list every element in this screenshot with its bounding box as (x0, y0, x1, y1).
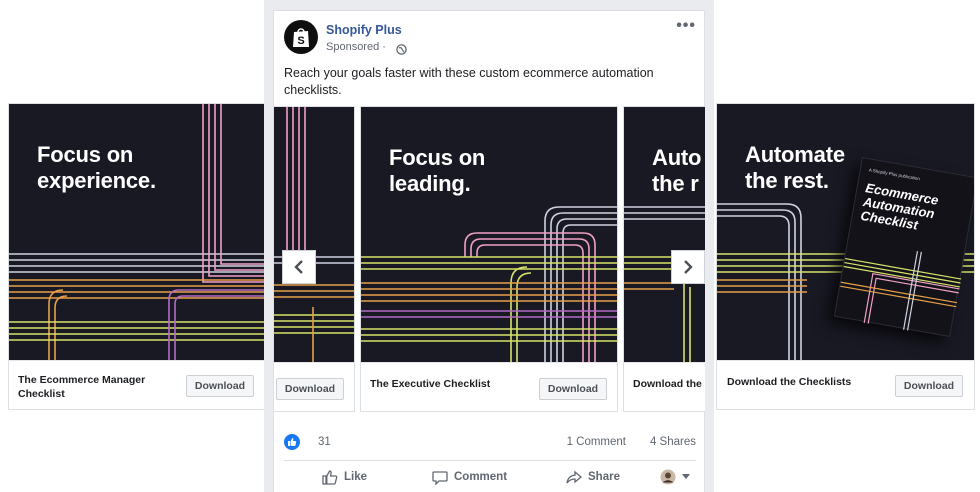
sponsored-post: S Shopify Plus Sponsored · ••• Reach you… (273, 10, 705, 492)
headline-line-1: Focus on (37, 142, 134, 167)
carousel-viewport: Download Focus on leading. The Executive… (274, 106, 705, 421)
carousel-card-leading[interactable]: Focus on leading. The Executive Checklis… (360, 106, 618, 412)
caret-down-icon (682, 474, 690, 479)
card-footer: Download (274, 362, 354, 411)
thumbs-up-icon (322, 469, 338, 485)
card-headline: Focus on experience. (37, 142, 156, 194)
card-cta-text: Download the Checklists (727, 376, 852, 388)
shares-count[interactable]: 4 Shares (650, 436, 696, 448)
comments-count[interactable]: 1 Comment (567, 436, 626, 448)
reactions-bar: 31 1 Comment 4 Shares (284, 431, 696, 453)
headline-line-1: Auto (652, 145, 702, 170)
carousel-prev-button[interactable] (282, 250, 316, 284)
card-artwork: Focus on experience. (9, 104, 265, 362)
chevron-right-icon (684, 260, 693, 274)
globe-icon (396, 42, 407, 60)
facebook-post-frame: S Shopify Plus Sponsored · ••• Reach you… (264, 0, 714, 492)
line-pattern (274, 107, 354, 364)
sponsored-label: Sponsored · (326, 41, 386, 53)
card-headline: Auto the r (652, 145, 701, 197)
like-label: Like (344, 471, 368, 483)
card-footer: Download the Checklists Download (717, 360, 974, 409)
headline-line-2: leading. (389, 171, 471, 196)
cta-line-2: Checklist (18, 388, 65, 400)
comment-label: Comment (454, 471, 508, 483)
audience-selector[interactable] (660, 467, 690, 487)
share-label: Share (588, 471, 620, 483)
comment-icon (432, 470, 448, 485)
download-button[interactable]: Download (539, 378, 607, 400)
profile-avatar-icon (660, 469, 676, 485)
headline-line-2: experience. (37, 168, 156, 193)
book-kicker: A Shopify Plus publication (868, 167, 921, 182)
card-cta-text: The Executive Checklist (370, 378, 491, 390)
card-artwork (274, 107, 354, 364)
headline-line-1: Focus on (389, 145, 486, 170)
like-reaction-icon[interactable] (284, 434, 300, 450)
cta-line-1: The Ecommerce Manager (18, 374, 146, 386)
card-headline: Automate the rest. (745, 142, 845, 194)
more-icon[interactable]: ••• (676, 17, 696, 35)
card-cta-text: The Ecommerce Manager Checklist (18, 373, 145, 401)
book-title: Ecommerce Automation Checklist (860, 180, 940, 235)
carousel-card-experience[interactable]: Focus on experience. The Ecommerce Manag… (8, 103, 266, 410)
card-footer: The Executive Checklist Download (361, 362, 617, 411)
card-cta-text: Download the (633, 378, 702, 390)
svg-text:S: S (297, 35, 304, 47)
carousel-card-automate[interactable]: Automate the rest. A Shopify Plus public… (716, 103, 975, 410)
post-caption: Reach your goals faster with these custo… (284, 66, 654, 97)
shopify-bag-icon[interactable]: S (284, 20, 318, 54)
stage: Focus on experience. The Ecommerce Manag… (0, 0, 980, 492)
card-footer: The Ecommerce Manager Checklist Download (9, 360, 265, 409)
page-name-link[interactable]: Shopify Plus (326, 23, 402, 37)
card-artwork: Focus on leading. (361, 107, 617, 364)
chevron-left-icon (294, 260, 303, 274)
download-button[interactable]: Download (186, 375, 254, 397)
card-headline: Focus on leading. (389, 145, 485, 197)
download-button[interactable]: Download (895, 375, 963, 397)
download-button[interactable]: Download (276, 378, 344, 400)
headline-line-1: Automate (745, 142, 845, 167)
share-icon (566, 470, 582, 483)
headline-line-2: the r (652, 171, 699, 196)
comment-button[interactable]: Comment (432, 467, 507, 487)
carousel-next-button[interactable] (671, 250, 705, 284)
card-footer: Download the (624, 362, 705, 411)
like-count[interactable]: 31 (318, 436, 331, 448)
action-bar: Like Comment Share (284, 461, 696, 492)
like-button[interactable]: Like (322, 467, 367, 487)
headline-line-2: the rest. (745, 168, 829, 193)
card-artwork: Automate the rest. A Shopify Plus public… (717, 104, 974, 362)
share-button[interactable]: Share (566, 467, 620, 487)
card-artwork: Auto the r (624, 107, 705, 364)
